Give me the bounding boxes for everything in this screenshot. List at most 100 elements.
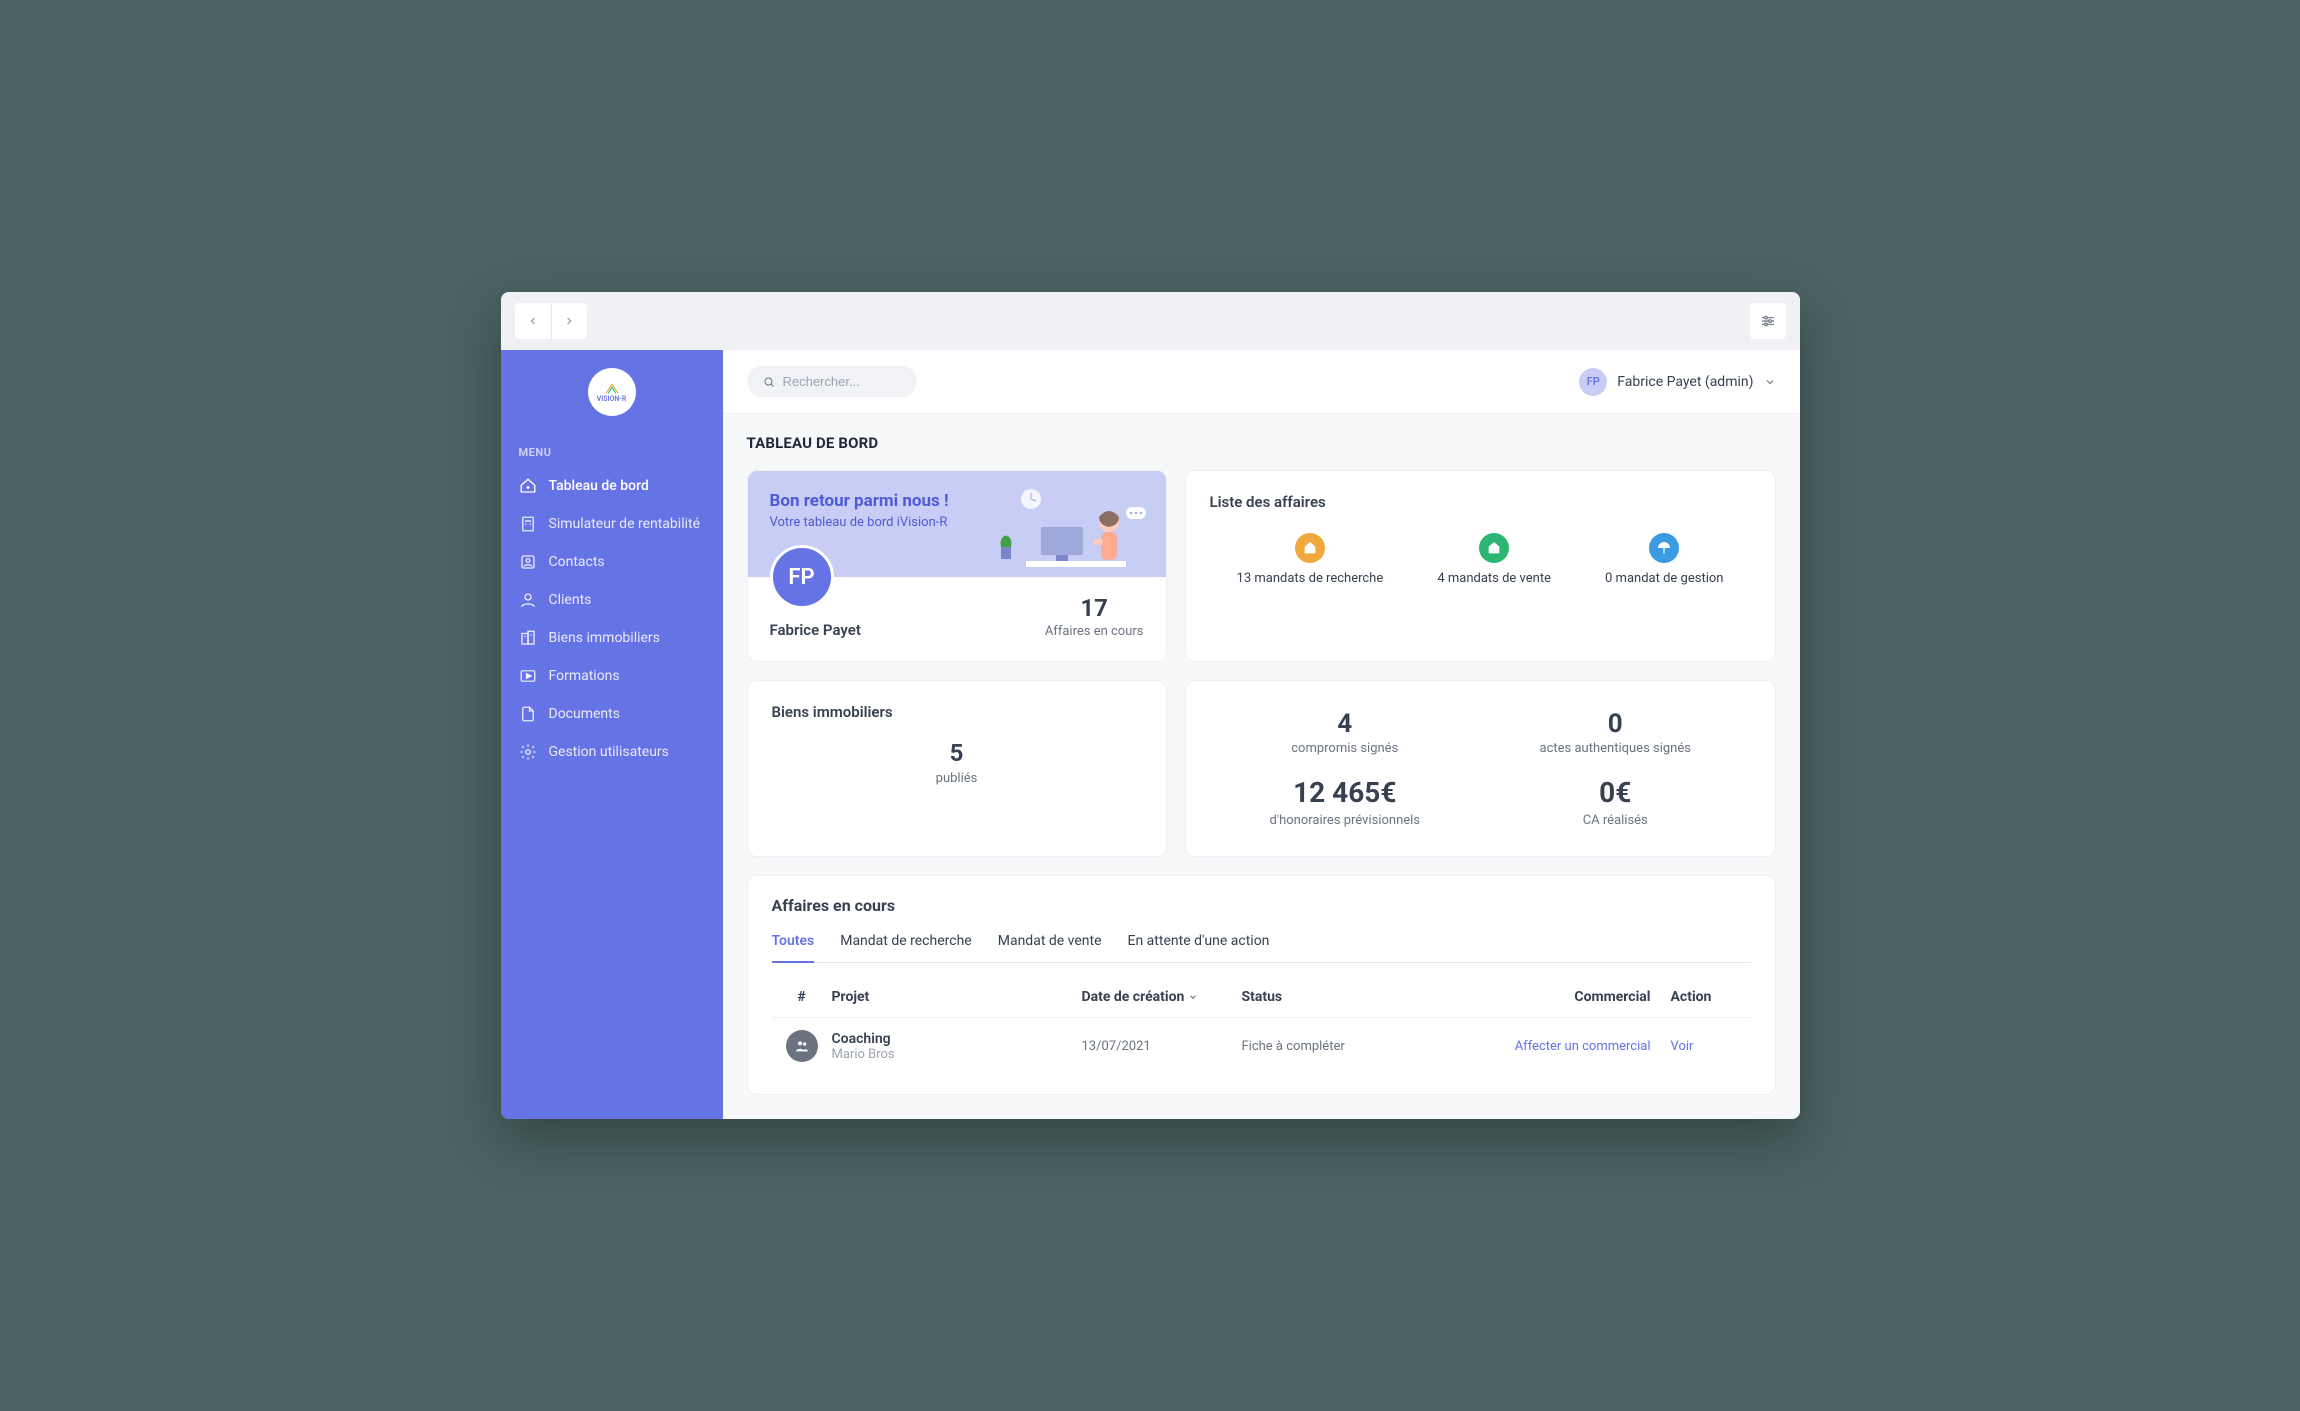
window: VISION-R MENU Tableau de bord Simulateur…: [501, 292, 1800, 1119]
sidebar-item-contacts[interactable]: Contacts: [501, 543, 723, 581]
sidebar-item-properties[interactable]: Biens immobiliers: [501, 619, 723, 657]
compromis-count: 4: [1210, 709, 1481, 739]
mandat-recherche[interactable]: 13 mandats de recherche: [1237, 533, 1384, 586]
sidebar-item-label: Clients: [549, 592, 592, 608]
stats-card: 4 compromis signés 12 465€ d'honoraires …: [1185, 680, 1776, 857]
tab-vente[interactable]: Mandat de vente: [998, 933, 1102, 962]
sliders-icon: [1760, 313, 1776, 329]
tab-recherche[interactable]: Mandat de recherche: [840, 933, 972, 962]
welcome-body: FP Fabrice Payet 17 Affaires en cours: [748, 577, 1166, 661]
mandat-label: 0 mandat de gestion: [1605, 571, 1723, 586]
honoraires-amount: 12 465€: [1210, 776, 1481, 809]
mandats-row: 13 mandats de recherche 4 mandats de ven…: [1210, 533, 1751, 586]
actes-count: 0: [1480, 709, 1751, 739]
top-row: Bon retour parmi nous ! Votre tableau de…: [747, 470, 1776, 662]
user-menu[interactable]: FP Fabrice Payet (admin): [1579, 368, 1775, 396]
col-status: Status: [1242, 989, 1482, 1005]
stats-right: 0 actes authentiques signés 0€ CA réalis…: [1480, 709, 1751, 828]
user-name: Fabrice Payet (admin): [1617, 374, 1753, 390]
nav-back-button[interactable]: [515, 303, 551, 339]
sidebar: VISION-R MENU Tableau de bord Simulateur…: [501, 350, 723, 1119]
biens-title: Biens immobiliers: [772, 703, 1142, 721]
biens-card: Biens immobiliers 5 publiés: [747, 680, 1167, 857]
page-title: TABLEAU DE BORD: [747, 434, 1776, 452]
topbar: FP Fabrice Payet (admin): [723, 350, 1800, 414]
stats-left: 4 compromis signés 12 465€ d'honoraires …: [1210, 709, 1481, 828]
settings-button[interactable]: [1750, 303, 1786, 339]
mid-row: Biens immobiliers 5 publiés 4 compromis …: [747, 680, 1776, 857]
house-sale-icon: [1479, 533, 1509, 563]
sidebar-item-documents[interactable]: Documents: [501, 695, 723, 733]
logo-text: VISION-R: [597, 395, 627, 403]
mandat-label: 13 mandats de recherche: [1237, 571, 1384, 586]
search-input[interactable]: [782, 374, 900, 389]
affaires-count: 17: [1045, 594, 1144, 622]
sidebar-item-label: Biens immobiliers: [549, 630, 660, 646]
mandat-label: 4 mandats de vente: [1437, 571, 1551, 586]
calculator-icon: [519, 515, 537, 533]
col-hash: #: [772, 989, 832, 1005]
file-icon: [519, 705, 537, 723]
mandat-vente[interactable]: 4 mandats de vente: [1437, 533, 1551, 586]
tab-attente[interactable]: En attente d'une action: [1128, 933, 1270, 962]
play-icon: [519, 667, 537, 685]
row-project-sub: Mario Bros: [832, 1047, 1082, 1062]
house-icon: [603, 381, 621, 395]
logo-circle: VISION-R: [588, 368, 636, 416]
contact-icon: [519, 553, 537, 571]
titlebar: [501, 292, 1800, 350]
sidebar-item-users[interactable]: Gestion utilisateurs: [501, 733, 723, 771]
search-icon: [763, 375, 775, 389]
users-icon: [794, 1038, 810, 1054]
ca-label: CA réalisés: [1480, 813, 1751, 828]
col-commercial: Commercial: [1482, 989, 1671, 1005]
welcome-card: Bon retour parmi nous ! Votre tableau de…: [747, 470, 1167, 662]
affaires-label: Affaires en cours: [1045, 624, 1144, 639]
illustration: [996, 487, 1156, 577]
row-status: Fiche à compléter: [1242, 1039, 1482, 1054]
compromis-label: compromis signés: [1210, 741, 1481, 756]
sidebar-item-label: Gestion utilisateurs: [549, 744, 669, 760]
house-search-icon: [1295, 533, 1325, 563]
gear-icon: [519, 743, 537, 761]
affaires-card: Affaires en cours Toutes Mandat de reche…: [747, 875, 1776, 1095]
biens-count: 5: [772, 739, 1142, 767]
row-avatar: [786, 1030, 818, 1062]
logo[interactable]: VISION-R: [501, 360, 723, 436]
sidebar-item-dashboard[interactable]: Tableau de bord: [501, 467, 723, 505]
main: FP Fabrice Payet (admin) TABLEAU DE BORD…: [723, 350, 1800, 1119]
user-icon: [519, 591, 537, 609]
sidebar-item-simulator[interactable]: Simulateur de rentabilité: [501, 505, 723, 543]
chevron-down-icon: [1188, 992, 1198, 1002]
sidebar-item-label: Contacts: [549, 554, 605, 570]
mandat-gestion[interactable]: 0 mandat de gestion: [1605, 533, 1723, 586]
row-action-link[interactable]: Voir: [1671, 1039, 1751, 1054]
row-commercial-link[interactable]: Affecter un commercial: [1482, 1039, 1671, 1054]
umbrella-icon: [1649, 533, 1679, 563]
affaires-stat: 17 Affaires en cours: [1045, 584, 1144, 639]
sidebar-item-clients[interactable]: Clients: [501, 581, 723, 619]
sidebar-item-label: Tableau de bord: [549, 478, 649, 494]
col-date[interactable]: Date de création: [1082, 989, 1242, 1005]
affaires-title: Affaires en cours: [772, 896, 1751, 915]
avatar-large: FP: [770, 545, 834, 609]
chevron-down-icon: [1764, 376, 1776, 388]
tab-toutes[interactable]: Toutes: [772, 933, 815, 963]
welcome-user-name: Fabrice Payet: [770, 621, 861, 639]
sidebar-item-label: Formations: [549, 668, 620, 684]
mandats-card: Liste des affaires 13 mandats de recherc…: [1185, 470, 1776, 662]
nav-forward-button[interactable]: [551, 303, 587, 339]
mandats-title: Liste des affaires: [1210, 493, 1751, 511]
row-date: 13/07/2021: [1082, 1039, 1242, 1054]
app-body: VISION-R MENU Tableau de bord Simulateur…: [501, 350, 1800, 1119]
search-box[interactable]: [747, 366, 917, 397]
chevron-right-icon: [563, 315, 575, 327]
welcome-subheading: Votre tableau de bord iVision-R: [770, 515, 949, 530]
row-project-name: Coaching: [832, 1031, 1082, 1047]
chevron-left-icon: [527, 315, 539, 327]
table-row: Coaching Mario Bros 13/07/2021 Fiche à c…: [772, 1018, 1751, 1074]
welcome-heading: Bon retour parmi nous !: [770, 491, 949, 511]
col-projet: Projet: [832, 989, 1082, 1005]
col-date-label: Date de création: [1082, 989, 1185, 1005]
sidebar-item-formations[interactable]: Formations: [501, 657, 723, 695]
